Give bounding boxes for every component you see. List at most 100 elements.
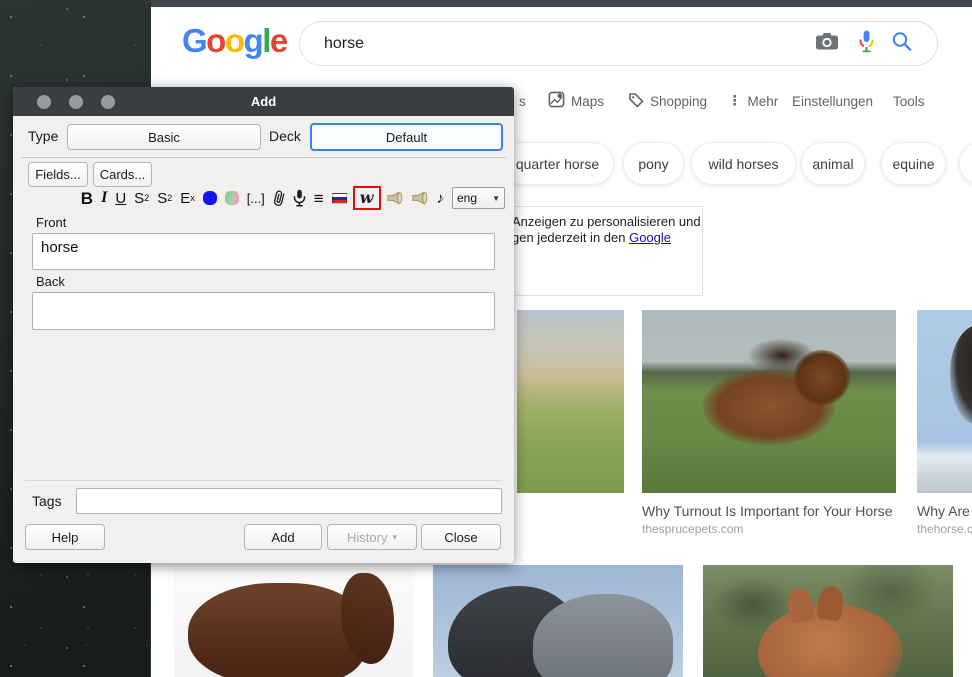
image-result-horse-sky[interactable]	[917, 310, 972, 493]
cards-button-label: Cards...	[99, 167, 146, 182]
divider	[21, 157, 506, 158]
italic-icon[interactable]: I	[101, 190, 107, 206]
superscript-icon[interactable]: S2	[134, 191, 149, 206]
history-button[interactable]: History ▾	[327, 524, 417, 550]
result-domain: thehorse.c	[917, 522, 972, 536]
note-type-button[interactable]: Basic	[67, 124, 261, 150]
notice-line1: Anzeigen zu personalisieren und	[512, 214, 701, 229]
speaker-icon-2[interactable]	[411, 191, 429, 205]
google-settings-link[interactable]: Google	[629, 230, 671, 245]
logo-letter: l	[262, 22, 271, 59]
bold-icon[interactable]: B	[81, 190, 93, 207]
camera-search-icon[interactable]	[815, 32, 839, 55]
back-field[interactable]	[32, 292, 495, 330]
language-value: eng	[457, 191, 478, 205]
image-result-two-horses[interactable]	[433, 565, 683, 677]
chip-partial[interactable]	[959, 142, 972, 185]
deck-button[interactable]: Default	[310, 123, 503, 151]
cloze-icon[interactable]: [...]	[247, 192, 265, 205]
superscript-base: S	[134, 189, 145, 207]
result-domain: thesprucepets.com	[642, 522, 744, 536]
chip-label: animal	[812, 155, 854, 172]
subscript-icon[interactable]: S2	[157, 191, 172, 206]
chip-label: pony	[638, 155, 669, 172]
close-button-label: Close	[444, 529, 478, 545]
nav-item-shopping[interactable]: Shopping	[628, 91, 707, 111]
tags-input[interactable]	[76, 488, 502, 514]
image-result-bay-horse[interactable]	[174, 565, 413, 677]
help-button[interactable]: Help	[25, 524, 105, 550]
divider	[25, 480, 502, 481]
search-query-text: horse	[324, 35, 365, 52]
chip-label: equine	[892, 155, 935, 172]
nav-maps-label: Maps	[571, 93, 605, 109]
chip-quarter-horse[interactable]: quarter horse	[501, 142, 614, 185]
chip-animal[interactable]: animal	[801, 142, 865, 185]
audio-note-icon[interactable]: ♪	[437, 191, 445, 206]
logo-letter: o	[224, 22, 245, 59]
image-result-running-horse[interactable]	[642, 310, 896, 493]
nav-fragment-label: s	[519, 93, 526, 109]
chip-equine[interactable]: equine	[881, 142, 946, 185]
result-title[interactable]: Why Are H	[917, 503, 972, 519]
attach-icon[interactable]	[273, 189, 285, 207]
logo-letter: o	[206, 22, 226, 59]
result-title[interactable]: Why Turnout Is Important for Your Horse	[642, 503, 893, 519]
format-toolbar: B I U S2 S2 Ex [...] ≡ w ♪ eng ▼	[81, 184, 505, 212]
underline-icon[interactable]: U	[115, 191, 126, 206]
more-options-icon[interactable]: ≡	[314, 190, 324, 207]
deck-value: Default	[385, 129, 428, 145]
chip-label: quarter horse	[515, 155, 600, 172]
nav-settings-label: Einstellungen	[792, 93, 874, 109]
nav-item-fragment[interactable]: s	[519, 91, 526, 111]
annotation-red-box: w	[352, 186, 381, 210]
speaker-icon-1[interactable]	[386, 191, 404, 205]
logo-letter: e	[269, 22, 288, 59]
nav-item-maps[interactable]: Maps	[548, 91, 604, 111]
subscript-base: S	[157, 189, 168, 207]
type-label: Type	[28, 128, 59, 144]
front-field[interactable]: horse	[32, 233, 495, 270]
remove-formatting-mark: x	[190, 192, 195, 203]
search-input[interactable]: horse	[299, 21, 938, 66]
fields-button[interactable]: Fields...	[28, 162, 88, 187]
nav-item-tools[interactable]: Tools	[893, 91, 925, 111]
back-label: Back	[36, 274, 65, 289]
image-result-blurry-field[interactable]	[517, 310, 624, 493]
chip-pony[interactable]: pony	[623, 142, 684, 185]
help-button-label: Help	[51, 529, 79, 545]
more-vertical-icon: ⋮	[728, 93, 742, 108]
add-button[interactable]: Add	[244, 524, 322, 550]
nav-item-settings[interactable]: Einstellungen	[792, 91, 873, 111]
nav-item-more[interactable]: ⋮ Mehr	[728, 91, 778, 111]
close-button[interactable]: Close	[421, 524, 501, 550]
maps-icon	[548, 91, 565, 111]
browser-window-top-edge	[151, 0, 972, 7]
search-submit-icon[interactable]	[891, 30, 913, 57]
notice-line2: gen jederzeit in den	[512, 230, 630, 245]
note-type-value: Basic	[148, 129, 180, 145]
horse-photo	[174, 565, 413, 677]
history-dropdown-icon: ▾	[392, 531, 397, 542]
google-logo[interactable]: Google	[182, 22, 288, 60]
language-select[interactable]: eng ▼	[452, 187, 505, 209]
image-result-chestnut-head[interactable]	[703, 565, 953, 677]
text-color-icon[interactable]	[202, 191, 217, 205]
front-label: Front	[36, 215, 67, 230]
shopping-tag-icon	[628, 92, 644, 111]
chip-wild-horses[interactable]: wild horses	[691, 142, 796, 185]
highlight-color-icon[interactable]	[224, 191, 239, 205]
remove-formatting-base: E	[180, 189, 191, 207]
dialog-titlebar[interactable]: Add	[13, 87, 514, 116]
tags-label: Tags	[32, 493, 62, 509]
russian-flag-icon[interactable]	[331, 192, 347, 204]
horse-photo	[642, 310, 896, 493]
subscript-mark: 2	[167, 192, 173, 203]
voice-search-icon[interactable]	[858, 29, 875, 58]
anki-add-dialog: Add Type Basic Deck Default Fields... Ca…	[13, 87, 514, 563]
logo-letter: G	[182, 22, 208, 59]
wiktionary-icon[interactable]: w	[360, 190, 374, 206]
record-audio-icon[interactable]	[293, 189, 306, 207]
remove-formatting-icon[interactable]: Ex	[180, 191, 195, 206]
horse-photo	[703, 565, 953, 677]
